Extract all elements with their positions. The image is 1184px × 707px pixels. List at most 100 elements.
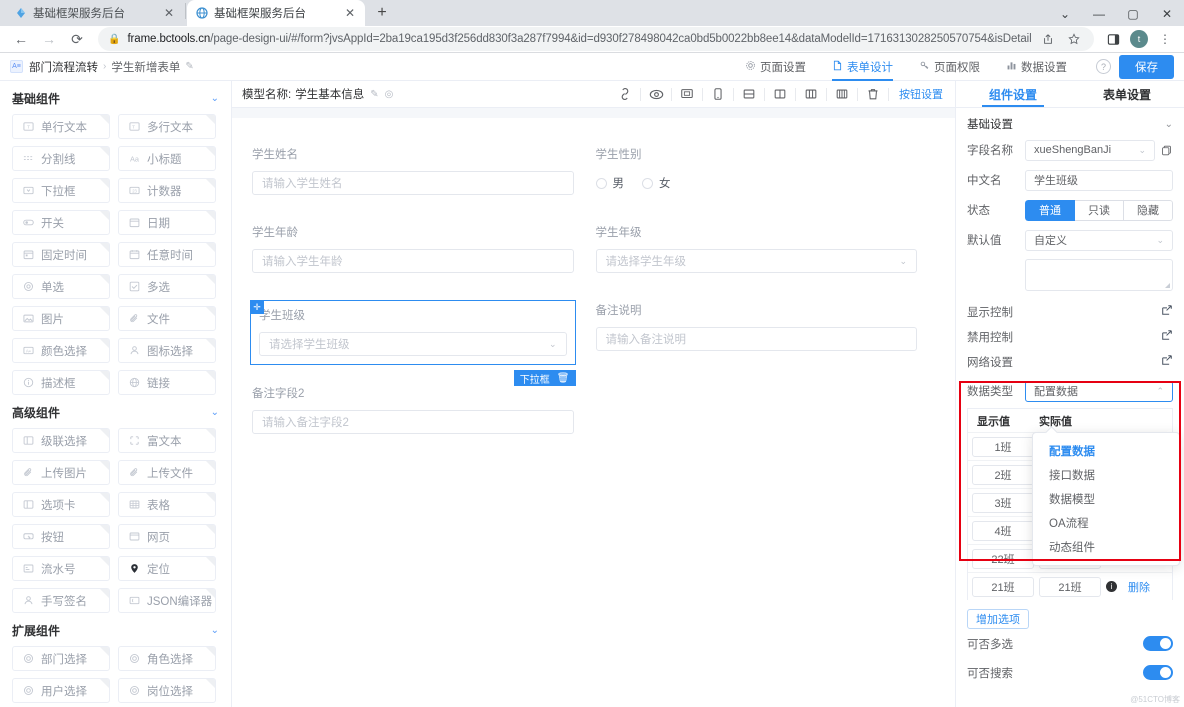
group-header[interactable]: 基础组件 ⌄ (0, 81, 231, 114)
cn-name-input[interactable]: 学生班级 (1025, 170, 1173, 191)
minimize-button[interactable]: — (1082, 0, 1116, 28)
tab-form-design[interactable]: 表单设计 (819, 53, 906, 81)
trash-icon[interactable]: 🗑 (557, 373, 570, 384)
side-panel-icon[interactable] (1102, 28, 1124, 50)
component-tile-cascader[interactable]: 级联选择 (12, 428, 110, 453)
field-remark2[interactable]: 备注字段2 请输入备注字段2 (250, 383, 576, 436)
layout-2col-icon[interactable] (765, 83, 795, 105)
component-tile-role-select[interactable]: 角色选择 (118, 646, 216, 671)
chevron-down-icon[interactable]: ⌄ (1165, 119, 1173, 130)
field-student-gender[interactable]: 学生性别 男 女 (594, 144, 920, 197)
add-option-button[interactable]: 增加选项 (967, 609, 1029, 629)
browser-tab-1[interactable]: 基础框架服务后台 ✕ (6, 0, 184, 26)
component-tile-location[interactable]: 定位 (118, 556, 216, 581)
component-tile-select[interactable]: 下拉框 (12, 178, 110, 203)
cell-display[interactable]: 1班 (972, 437, 1034, 457)
component-tile-color-picker[interactable]: A≡颜色选择 (12, 338, 110, 363)
breadcrumb-root[interactable]: 部门流程流转 (29, 59, 98, 75)
remark-input[interactable]: 请输入备注说明 (596, 327, 918, 351)
layout-4col-icon[interactable] (827, 83, 857, 105)
field-remark[interactable]: 备注说明 请输入备注说明 (594, 300, 920, 353)
chevron-down-icon[interactable]: ⌄ (211, 625, 219, 636)
edit-square-icon[interactable] (1161, 329, 1173, 344)
status-option-hidden[interactable]: 隐藏 (1124, 200, 1173, 221)
close-icon[interactable]: ✕ (162, 6, 176, 20)
row-display-control[interactable]: 显示控制 (956, 299, 1184, 324)
component-tile-fixed-time[interactable]: 固定时间 (12, 242, 110, 267)
component-tile-link[interactable]: 链接 (118, 370, 216, 395)
cell-display[interactable]: 22班 (972, 549, 1034, 569)
layout-3col-icon[interactable] (796, 83, 826, 105)
move-icon[interactable]: ✛ (250, 300, 264, 314)
component-tile-table[interactable]: 表格 (118, 492, 216, 517)
component-tile-upload-image[interactable]: 上传图片 (12, 460, 110, 485)
avatar[interactable]: t (1130, 30, 1148, 48)
component-tile-department-select[interactable]: 部门选择 (12, 646, 110, 671)
reload-icon[interactable]: ⟳ (64, 26, 90, 52)
preview-eye-icon[interactable] (641, 83, 671, 105)
button-settings-link[interactable]: 按钮设置 (899, 86, 945, 102)
student-name-input[interactable]: 请输入学生姓名 (252, 171, 574, 195)
window-close-button[interactable]: ✕ (1150, 0, 1184, 28)
component-tile-position-select[interactable]: 岗位选择 (118, 678, 216, 703)
component-tile-date[interactable]: 日期 (118, 210, 216, 235)
chevron-down-icon[interactable]: ⌄ (211, 93, 219, 104)
dropdown-option-data-model[interactable]: 数据模型 (1033, 487, 1179, 511)
pencil-icon[interactable]: ✎ (185, 61, 193, 72)
component-tile-webpage[interactable]: 网页 (118, 524, 216, 549)
cell-display[interactable]: 3班 (972, 493, 1034, 513)
gear-icon[interactable]: ◎ (385, 89, 394, 100)
tab-data-settings[interactable]: 数据设置 (993, 53, 1080, 81)
chevron-down-icon[interactable]: ⌄ (1048, 0, 1082, 28)
group-header[interactable]: 高级组件 ⌄ (0, 395, 231, 428)
tab-page-permission[interactable]: 页面权限 (906, 53, 993, 81)
component-tile-signature[interactable]: 手写签名 (12, 588, 110, 613)
copy-icon[interactable] (1160, 145, 1173, 156)
help-icon[interactable]: ? (1096, 59, 1111, 74)
component-tile-file[interactable]: 文件 (118, 306, 216, 331)
chevron-down-icon[interactable]: ⌄ (211, 407, 219, 418)
delete-link[interactable]: 删除 (1128, 579, 1150, 595)
status-option-readonly[interactable]: 只读 (1075, 200, 1124, 221)
save-button[interactable]: 保存 (1119, 55, 1174, 79)
row-network-settings[interactable]: 网络设置 (956, 349, 1184, 374)
component-tile-json-editor[interactable]: JSON编译器 (118, 588, 216, 613)
field-name-select[interactable]: xueShengBanJi⌄ (1025, 140, 1155, 161)
component-tile-user-select[interactable]: 用户选择 (12, 678, 110, 703)
cell-display[interactable]: 4班 (972, 521, 1034, 541)
component-tile-serial-number[interactable]: 流水号 (12, 556, 110, 581)
component-tile-upload-file[interactable]: 上传文件 (118, 460, 216, 485)
edit-square-icon[interactable] (1161, 304, 1173, 319)
component-tile-single-line-text[interactable]: T单行文本 (12, 114, 110, 139)
cell-value[interactable]: 21班 (1039, 577, 1101, 597)
status-option-normal[interactable]: 普通 (1025, 200, 1075, 221)
component-tile-checkbox[interactable]: 多选 (118, 274, 216, 299)
remark2-input[interactable]: 请输入备注字段2 (252, 410, 574, 434)
student-class-select[interactable]: 请选择学生班级⌄ (259, 332, 567, 356)
maximize-button[interactable]: ▢ (1116, 0, 1150, 28)
component-tile-multi-line-text[interactable]: T多行文本 (118, 114, 216, 139)
component-tile-icon-picker[interactable]: 图标选择 (118, 338, 216, 363)
edit-square-icon[interactable] (1161, 354, 1173, 369)
dropdown-option-dynamic-component[interactable]: 动态组件 (1033, 535, 1179, 559)
desktop-icon[interactable] (672, 83, 702, 105)
browser-tab-2[interactable]: 基础框架服务后台 ✕ (187, 0, 365, 26)
layout-1col-icon[interactable] (734, 83, 764, 105)
row-disable-control[interactable]: 禁用控制 (956, 324, 1184, 349)
component-tile-switch[interactable]: 开关 (12, 210, 110, 235)
searchable-toggle[interactable] (1143, 665, 1173, 680)
radio-male[interactable]: 男 (596, 175, 625, 191)
default-value-select[interactable]: 自定义⌄ (1025, 230, 1173, 251)
address-bar[interactable]: 🔒 frame.bctools.cn/page-design-ui/#/form… (98, 27, 1094, 51)
star-icon[interactable] (1065, 28, 1084, 50)
close-icon[interactable]: ✕ (343, 6, 357, 20)
share-icon[interactable] (1038, 28, 1057, 50)
field-student-name[interactable]: 学生姓名 请输入学生姓名 (250, 144, 576, 197)
component-tile-counter[interactable]: 23计数器 (118, 178, 216, 203)
tab-page-settings[interactable]: 页面设置 (732, 53, 819, 81)
cell-display[interactable]: 21班 (972, 577, 1034, 597)
component-tile-divider[interactable]: 分割线 (12, 146, 110, 171)
component-tile-any-time[interactable]: 任意时间 (118, 242, 216, 267)
component-tile-subtitle[interactable]: Aa小标题 (118, 146, 216, 171)
component-tile-tabs[interactable]: 选项卡 (12, 492, 110, 517)
